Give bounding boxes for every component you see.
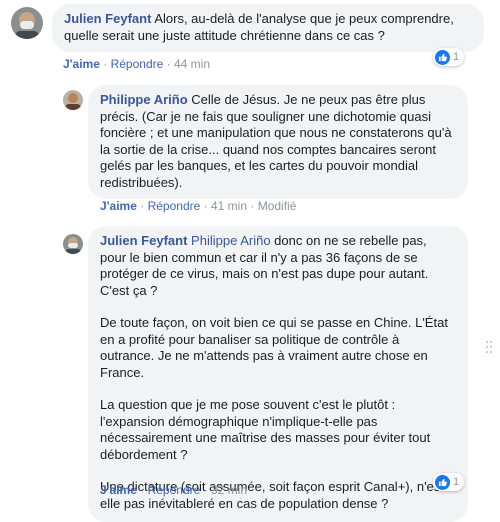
reaction-count[interactable]: 1 — [433, 48, 465, 66]
thumbs-up-icon — [435, 49, 450, 65]
like-button[interactable]: J'aime — [100, 199, 137, 213]
reply-button[interactable]: Répondre — [148, 199, 201, 213]
avatar-julien[interactable] — [11, 7, 43, 39]
author-name[interactable]: Julien Feyfant — [100, 233, 187, 248]
reaction-number: 1 — [453, 476, 460, 488]
mention-link[interactable]: Philippe Ariño — [191, 233, 271, 248]
reaction-number: 1 — [453, 51, 460, 63]
comment-bubble: Julien Feyfant Alors, au-delà de l'analy… — [52, 4, 484, 52]
edited-label[interactable]: Modifié — [258, 199, 297, 213]
comment-actions: J'aime · Répondre · 41 min · Modifié — [100, 199, 297, 213]
timestamp[interactable]: 32 min — [211, 483, 247, 497]
avatar-julien-small[interactable] — [63, 234, 83, 254]
scroll-grip-icon[interactable] — [484, 338, 494, 360]
reaction-count[interactable]: 1 — [433, 473, 465, 491]
comment-bubble: Philippe Ariño Celle de Jésus. Je ne peu… — [88, 85, 468, 199]
avatar-julien-image — [11, 7, 43, 39]
timestamp[interactable]: 44 min — [174, 57, 210, 71]
author-name[interactable]: Julien Feyfant — [64, 11, 151, 26]
avatar-julien-small-image — [63, 234, 83, 254]
author-name[interactable]: Philippe Ariño — [100, 92, 188, 107]
comment-actions: J'aime · Répondre · 32 min — [100, 483, 248, 497]
like-button[interactable]: J'aime — [63, 57, 100, 71]
timestamp[interactable]: 41 min — [211, 199, 247, 213]
avatar-philippe-image — [63, 90, 83, 110]
thumbs-up-icon — [435, 474, 450, 490]
comment-paragraph: De toute façon, on voit bien ce qui se p… — [100, 315, 448, 380]
comment-actions: J'aime · Répondre · 44 min — [63, 57, 211, 71]
reply-button[interactable]: Répondre — [111, 57, 164, 71]
comment-bubble: Julien Feyfant Philippe Ariño donc on ne… — [88, 226, 468, 522]
avatar-philippe[interactable] — [63, 90, 83, 110]
comment-paragraph: La question que je me pose souvent c'est… — [100, 397, 431, 462]
like-button[interactable]: J'aime — [100, 483, 137, 497]
reply-button[interactable]: Répondre — [148, 483, 201, 497]
